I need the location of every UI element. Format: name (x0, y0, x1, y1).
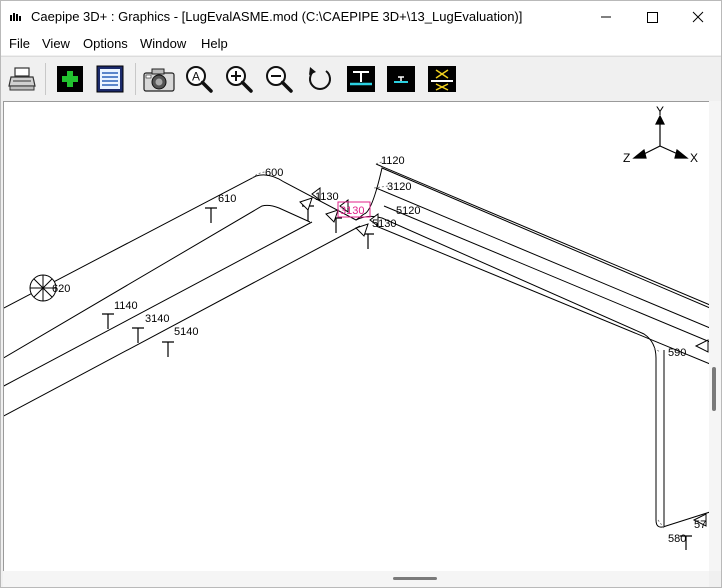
axis-label-z: Z (623, 151, 630, 165)
menu-help[interactable]: Help (201, 36, 228, 51)
node-label-620: 620 (52, 283, 70, 295)
node-label-3140: 3140 (145, 313, 169, 325)
restraint-view-button[interactable] (426, 64, 458, 94)
svg-text:A: A (192, 70, 200, 84)
title-bar: Caepipe 3D+ : Graphics - [LugEvalASME.mo… (1, 1, 721, 33)
anchor-icon (387, 66, 415, 92)
pipe-run-1b[interactable] (363, 167, 709, 309)
node-label-5130: 5130 (372, 218, 396, 230)
node-label-57: 57 (694, 519, 706, 531)
window-title: Caepipe 3D+ : Graphics - [LugEvalASME.mo… (31, 9, 523, 24)
restraint-1130a[interactable] (299, 197, 313, 211)
pipe-run-5[interactable] (375, 225, 709, 365)
node-label-3120: 3120 (387, 181, 411, 193)
pipe-run-6[interactable] (383, 205, 709, 343)
menu-options[interactable]: Options (83, 36, 128, 51)
node-label-600: 600 (265, 167, 283, 179)
close-icon (692, 11, 704, 23)
printer-icon (8, 67, 36, 91)
scrollbar-corner (709, 571, 721, 587)
pipe-run-7[interactable] (375, 187, 709, 329)
maximize-button[interactable] (629, 1, 675, 33)
minimize-button[interactable] (583, 1, 629, 33)
menu-file[interactable]: File (9, 36, 30, 51)
camera-button[interactable] (142, 64, 175, 94)
node-label-610: 610 (218, 193, 236, 205)
node-label-1130: 1130 (315, 191, 339, 203)
vertical-scroll-thumb[interactable] (712, 367, 716, 411)
toolbar: A (1, 56, 721, 100)
node-label-580: 580 (668, 533, 686, 545)
restraint-icon (428, 66, 456, 92)
menu-bar: File View Options Window Help (1, 33, 721, 55)
piping-model-view[interactable]: 600 610 620 1120 1130 1140 3120 3130 314… (4, 102, 709, 571)
toolbar-separator (135, 63, 136, 95)
node-label-3130: 3130 (340, 205, 364, 217)
support-3140[interactable] (132, 327, 144, 343)
vertical-scrollbar[interactable] (709, 101, 721, 571)
maximize-icon (647, 12, 658, 23)
zoom-a-icon: A (186, 66, 213, 93)
axis-label-x: X (690, 151, 698, 165)
zoom-auto-button[interactable]: A (183, 64, 215, 94)
zoom-in-button[interactable] (223, 64, 255, 94)
pipe-run-4[interactable] (4, 225, 361, 418)
horizontal-scroll-thumb[interactable] (393, 577, 437, 580)
node-label-590: 590 (668, 347, 686, 359)
zoom-in-icon (226, 66, 253, 93)
pipe-run-top[interactable] (375, 163, 709, 306)
anchor-view-button[interactable] (385, 64, 417, 94)
minimize-icon (601, 16, 611, 18)
menu-window[interactable]: Window (140, 36, 186, 51)
axis-label-y: Y (656, 104, 664, 118)
restraint-590[interactable] (694, 339, 709, 353)
toolbar-separator (45, 63, 46, 95)
menu-view[interactable]: View (42, 36, 70, 51)
node-label-1140: 1140 (114, 300, 138, 312)
list-button[interactable] (94, 64, 126, 94)
camera-icon (143, 68, 175, 92)
axis-triad (632, 114, 689, 159)
rotate-button[interactable] (304, 64, 336, 94)
node-label-5140: 5140 (174, 326, 198, 338)
pipe-run-3[interactable] (4, 221, 313, 388)
zoom-out-icon (266, 66, 293, 93)
support-icon (347, 66, 375, 92)
node-label-1120: 1120 (381, 155, 405, 167)
node-label-5120: 5120 (396, 205, 420, 217)
pipe-run-drop[interactable] (355, 215, 709, 528)
graphics-canvas[interactable]: 600 610 620 1120 1130 1140 3120 3130 314… (3, 101, 709, 571)
app-window: Caepipe 3D+ : Graphics - [LugEvalASME.mo… (0, 0, 722, 588)
support-1140[interactable] (102, 313, 114, 329)
print-button[interactable] (7, 64, 39, 94)
close-button[interactable] (675, 1, 721, 33)
support-5140[interactable] (162, 341, 174, 357)
app-icon (10, 13, 21, 21)
support-view-button[interactable] (345, 64, 377, 94)
plus-icon (57, 66, 83, 92)
support-610[interactable] (205, 207, 217, 223)
add-button[interactable] (54, 64, 86, 94)
horizontal-scrollbar[interactable] (3, 571, 709, 587)
list-icon (96, 65, 124, 93)
zoom-out-button[interactable] (263, 64, 295, 94)
rotate-icon (309, 67, 331, 90)
